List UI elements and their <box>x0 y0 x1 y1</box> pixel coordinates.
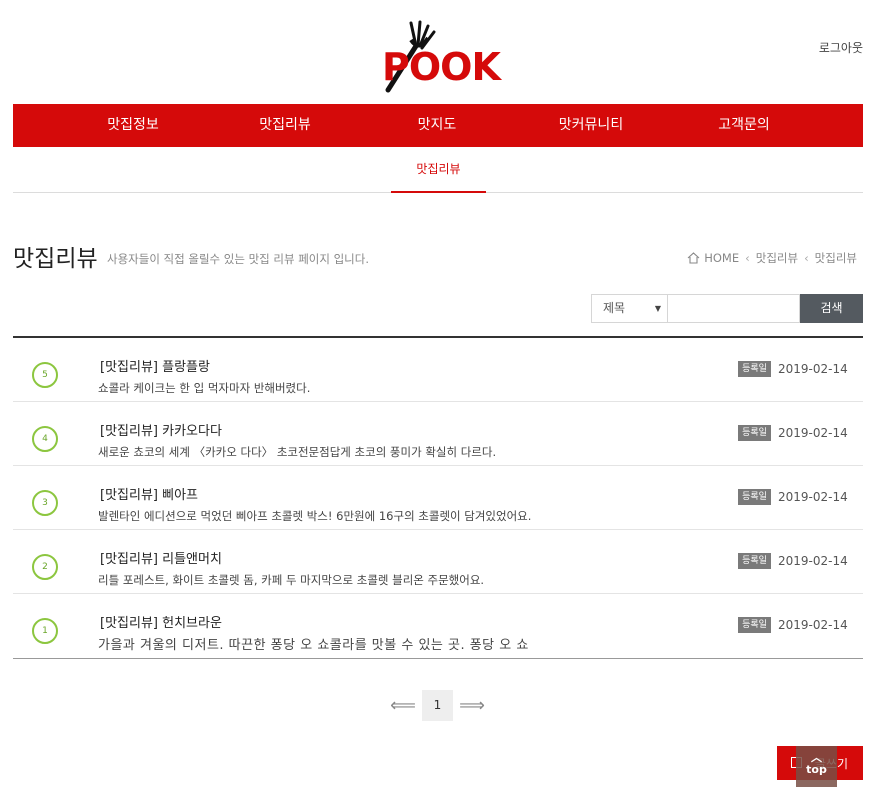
pook-logo[interactable]: POOK <box>378 18 503 94</box>
registered-badge: 등록일 <box>738 425 771 441</box>
post-title[interactable]: [맛집리뷰] 삐아프 <box>100 484 198 503</box>
post-title[interactable]: [맛집리뷰] 헌치브라운 <box>100 612 222 631</box>
list-item[interactable]: 3 [맛집리뷰] 삐아프 발렌타인 에디션으로 먹었던 삐아프 초콜렛 박스! … <box>13 466 863 530</box>
post-summary: 새로운 쵸코의 세계 〈카카오 다다〉 초코전문점답게 초코의 풍미가 확실히 … <box>98 445 497 459</box>
post-number: 5 <box>32 362 58 388</box>
search-button[interactable]: 검색 <box>800 294 863 323</box>
post-date: 2019-02-14 <box>778 362 848 376</box>
prev-page-icon[interactable]: ⟸ <box>388 695 418 716</box>
post-title[interactable]: [맛집리뷰] 리틀앤머치 <box>100 548 222 567</box>
breadcrumb-level2[interactable]: 맛집리뷰 <box>815 250 857 266</box>
post-title[interactable]: [맛집리뷰] 카카오다다 <box>100 420 222 439</box>
post-summary: 쇼콜라 케이크는 한 입 먹자마자 반해버렸다. <box>98 381 311 395</box>
list-item[interactable]: 2 [맛집리뷰] 리틀앤머치 리틀 포레스트, 화이트 초콜렛 돔, 카페 두 … <box>13 530 863 594</box>
page-description: 사용자들이 직접 올릴수 있는 맛집 리뷰 페이지 입니다. <box>107 252 370 266</box>
search-input[interactable] <box>667 294 800 323</box>
breadcrumb-home[interactable]: HOME <box>704 251 739 265</box>
registered-badge: 등록일 <box>738 553 771 569</box>
nav-item-community[interactable]: 맛커뮤니티 <box>531 104 651 147</box>
sub-nav: 맛집리뷰 <box>13 147 863 193</box>
nav-item-restaurant-info[interactable]: 맛집정보 <box>73 104 193 147</box>
list-item[interactable]: 4 [맛집리뷰] 카카오다다 새로운 쵸코의 세계 〈카카오 다다〉 초코전문점… <box>13 402 863 466</box>
pagination: ⟸ 1 ⟹ <box>388 690 487 721</box>
post-date: 2019-02-14 <box>778 618 848 632</box>
post-date: 2019-02-14 <box>778 426 848 440</box>
main-nav: 맛집정보 맛집리뷰 맛지도 맛커뮤니티 고객문의 <box>13 104 863 147</box>
registered-badge: 등록일 <box>738 617 771 633</box>
logo-wordmark: POOK <box>382 45 503 89</box>
scroll-top-label: top <box>806 763 827 776</box>
post-date: 2019-02-14 <box>778 554 848 568</box>
post-number: 1 <box>32 618 58 644</box>
chevron-left-icon: ‹ <box>804 251 809 265</box>
post-number: 2 <box>32 554 58 580</box>
post-summary: 발렌타인 에디션으로 먹었던 삐아프 초콜렛 박스! 6만원에 16구의 초콜렛… <box>98 509 532 523</box>
logo-text: POOK <box>382 45 502 89</box>
logout-link[interactable]: 로그아웃 <box>819 39 863 56</box>
breadcrumb: HOME ‹ 맛집리뷰 ‹ 맛집리뷰 <box>687 250 857 266</box>
breadcrumb-level1[interactable]: 맛집리뷰 <box>756 250 798 266</box>
nav-item-customer-inquiry[interactable]: 고객문의 <box>684 104 804 147</box>
post-date: 2019-02-14 <box>778 490 848 504</box>
search-field-select[interactable]: 제목 ▼ <box>591 294 668 323</box>
post-summary: 가을과 겨울의 디저트. 따끈한 퐁당 오 쇼콜라를 맛볼 수 있는 곳. 퐁당… <box>98 638 529 653</box>
post-summary: 리틀 포레스트, 화이트 초콜렛 돔, 카페 두 마지막으로 초콜렛 블리온 주… <box>98 573 485 587</box>
scroll-top-button[interactable]: ︿ top <box>796 746 837 787</box>
post-number: 4 <box>32 426 58 452</box>
review-list: 5 [맛집리뷰] 플랑플랑 쇼콜라 케이크는 한 입 먹자마자 반해버렸다. 등… <box>13 336 863 659</box>
nav-item-restaurant-review[interactable]: 맛집리뷰 <box>225 104 345 147</box>
next-page-icon[interactable]: ⟹ <box>457 695 487 716</box>
chevron-left-icon: ‹ <box>745 251 750 265</box>
registered-badge: 등록일 <box>738 361 771 377</box>
home-icon <box>687 252 700 264</box>
registered-badge: 등록일 <box>738 489 771 505</box>
search-select-value: 제목 <box>603 301 626 315</box>
chevron-up-icon: ︿ <box>811 751 822 764</box>
nav-item-food-map[interactable]: 맛지도 <box>377 104 497 147</box>
page-title: 맛집리뷰 <box>13 246 98 272</box>
subnav-item-review[interactable]: 맛집리뷰 <box>391 147 486 193</box>
post-number: 3 <box>32 490 58 516</box>
list-item[interactable]: 1 [맛집리뷰] 헌치브라운 가을과 겨울의 디저트. 따끈한 퐁당 오 쇼콜라… <box>13 594 863 658</box>
page-number-current[interactable]: 1 <box>422 690 453 721</box>
list-item[interactable]: 5 [맛집리뷰] 플랑플랑 쇼콜라 케이크는 한 입 먹자마자 반해버렸다. 등… <box>13 338 863 402</box>
dropdown-arrow-icon: ▼ <box>654 304 661 313</box>
post-title[interactable]: [맛집리뷰] 플랑플랑 <box>100 356 210 375</box>
